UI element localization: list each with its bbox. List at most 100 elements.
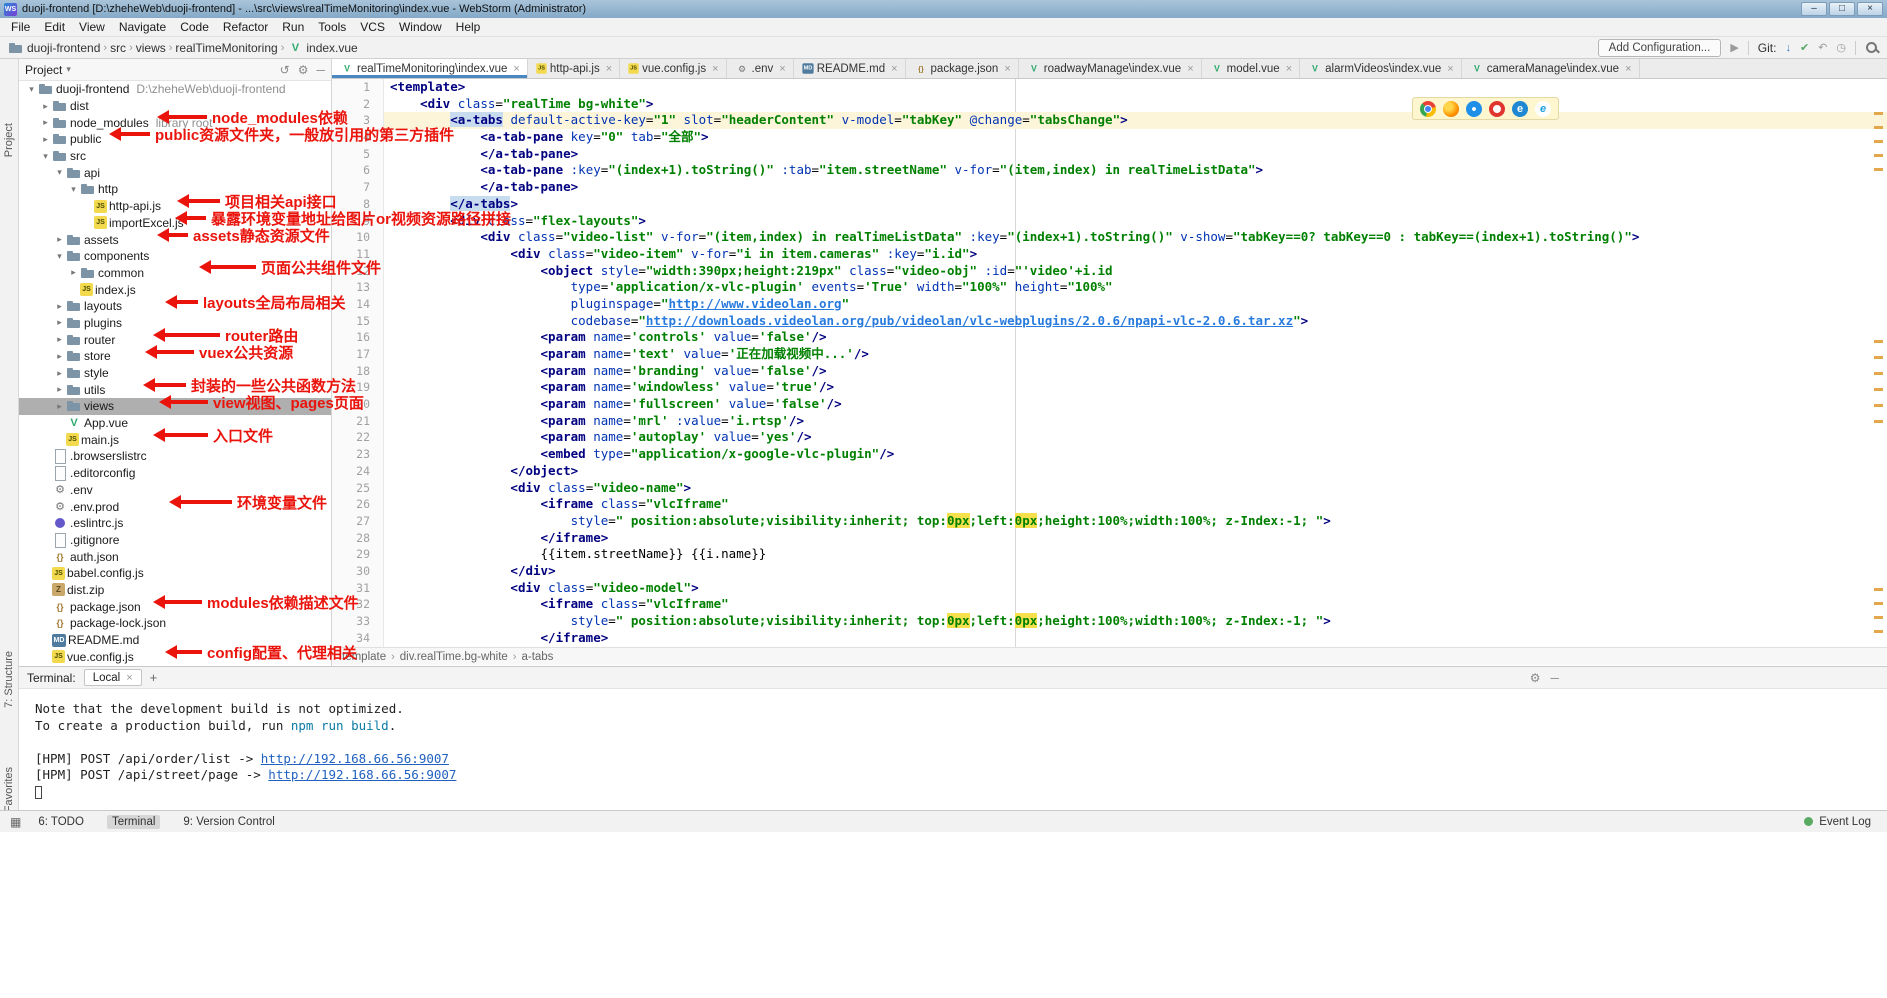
code-line[interactable]: <iframe class="vlcIframe" xyxy=(384,596,1887,613)
hide-panel-icon[interactable]: ─ xyxy=(1550,671,1559,685)
tree-item-components[interactable]: ▾components xyxy=(19,248,331,265)
close-icon[interactable]: × xyxy=(779,63,785,75)
tree-item-babel.config.js[interactable]: JSbabel.config.js xyxy=(19,565,331,582)
code-line[interactable]: <div class="video-item" v-for="i in item… xyxy=(384,246,1887,263)
code-line[interactable]: <embed type="application/x-google-vlc-pl… xyxy=(384,446,1887,463)
close-icon[interactable]: × xyxy=(1004,63,1010,75)
breadcrumb-item[interactable]: src xyxy=(110,41,126,55)
code-line[interactable]: <param name='text' value='正在加载视频中...'/> xyxy=(384,346,1887,363)
close-icon[interactable]: × xyxy=(1286,63,1292,75)
chevron-right-icon[interactable]: ▸ xyxy=(53,401,66,412)
tree-item-App.vue[interactable]: VApp.vue xyxy=(19,415,331,432)
close-icon[interactable]: × xyxy=(1625,63,1631,75)
terminal-cursor-line[interactable] xyxy=(35,784,1887,801)
close-icon[interactable]: × xyxy=(1187,63,1193,75)
chevron-right-icon[interactable]: ▸ xyxy=(53,334,66,345)
git-revert-icon[interactable]: ↶ xyxy=(1818,41,1827,54)
tree-item-store[interactable]: ▸store xyxy=(19,348,331,365)
menu-item-help[interactable]: Help xyxy=(449,18,488,37)
chevron-right-icon[interactable]: ▸ xyxy=(53,317,66,328)
menu-item-file[interactable]: File xyxy=(4,18,37,37)
git-commit-icon[interactable]: ✔ xyxy=(1800,41,1809,54)
safari-browser-icon[interactable] xyxy=(1466,101,1482,117)
chrome-browser-icon[interactable] xyxy=(1420,101,1436,117)
git-history-icon[interactable]: ◷ xyxy=(1836,41,1846,54)
statusbar-6-todo[interactable]: 6: TODO xyxy=(33,815,89,829)
code-line[interactable]: <template> xyxy=(384,79,1887,96)
close-icon[interactable]: × xyxy=(891,63,897,75)
code-line[interactable]: <param name='autoplay' value='yes'/> xyxy=(384,429,1887,446)
tree-item-index.js[interactable]: JSindex.js xyxy=(19,281,331,298)
close-icon[interactable]: × xyxy=(1447,63,1453,75)
chevron-down-icon[interactable]: ▾ xyxy=(53,167,66,178)
tool-button-project[interactable]: Project xyxy=(3,123,15,157)
editor-tab[interactable]: ValarmVideos\index.vue× xyxy=(1300,59,1462,78)
tree-item-dist.zip[interactable]: Zdist.zip xyxy=(19,582,331,599)
code-line[interactable]: <a-tab-pane :key="(index+1).toString()" … xyxy=(384,162,1887,179)
event-log-button[interactable]: Event Log xyxy=(1819,816,1871,828)
tree-item-.browserslistrc[interactable]: .browserslistrc xyxy=(19,448,331,465)
code-line[interactable]: </iframe> xyxy=(384,630,1887,647)
code-line[interactable]: <param name='controls' value='false'/> xyxy=(384,329,1887,346)
add-configuration-button[interactable]: Add Configuration... xyxy=(1598,39,1722,57)
terminal-output[interactable]: Note that the development build is not o… xyxy=(19,689,1887,800)
editor-tab[interactable]: VcameraManage\index.vue× xyxy=(1462,59,1640,78)
project-panel-title[interactable]: Project xyxy=(25,63,62,77)
menu-item-window[interactable]: Window xyxy=(392,18,449,37)
chevron-down-icon[interactable]: ▾ xyxy=(66,64,71,75)
editor-breadcrumb-item[interactable]: a-tabs xyxy=(521,651,553,663)
code-line[interactable]: pluginspage="http://www.videolan.org" xyxy=(384,296,1887,313)
close-icon[interactable]: × xyxy=(126,672,132,684)
code-line[interactable]: </a-tab-pane> xyxy=(384,146,1887,163)
tree-item-.env[interactable]: ⚙.env xyxy=(19,482,331,499)
code-area[interactable]: <template> <div class="realTime bg-white… xyxy=(384,79,1887,647)
ie-browser-icon[interactable] xyxy=(1535,101,1551,117)
chevron-right-icon[interactable]: ▸ xyxy=(39,134,52,145)
code-line[interactable]: <div class="video-model"> xyxy=(384,580,1887,597)
tree-item-main.js[interactable]: JSmain.js xyxy=(19,431,331,448)
code-line[interactable]: <iframe class="vlcIframe" xyxy=(384,496,1887,513)
tree-item-README.md[interactable]: MDREADME.md xyxy=(19,632,331,649)
editor-tab[interactable]: JSvue.config.js× xyxy=(620,59,726,78)
tool-button-structure[interactable]: 7: Structure xyxy=(3,651,15,708)
git-update-icon[interactable]: ↓ xyxy=(1785,42,1791,54)
breadcrumb-item[interactable]: duoji-frontend xyxy=(8,40,100,56)
tree-item-common[interactable]: ▸common xyxy=(19,265,331,282)
editor-tab[interactable]: JShttp-api.js× xyxy=(528,59,620,78)
tree-item-duoji-frontend[interactable]: ▾duoji-frontendD:\zheheWeb\duoji-fronten… xyxy=(19,81,331,98)
code-line[interactable]: <div class="realTime bg-white"> xyxy=(384,96,1887,113)
toolwindow-grid-icon[interactable]: ▦ xyxy=(10,815,21,829)
code-line[interactable]: codebase="http://downloads.videolan.org/… xyxy=(384,313,1887,330)
tree-item-auth.json[interactable]: {}auth.json xyxy=(19,548,331,565)
tree-item-utils[interactable]: ▸utils xyxy=(19,381,331,398)
tree-item-node_modules[interactable]: ▸node_moduleslibrary root xyxy=(19,114,331,131)
gear-icon[interactable]: ⚙ xyxy=(1530,671,1541,685)
code-line[interactable]: </div> xyxy=(384,563,1887,580)
editor-tab[interactable]: VrealTimeMonitoring\index.vue× xyxy=(332,59,528,78)
opera-browser-icon[interactable] xyxy=(1489,101,1505,117)
code-line[interactable]: <object style="width:390px;height:219px"… xyxy=(384,263,1887,280)
firefox-browser-icon[interactable] xyxy=(1443,101,1459,117)
chevron-down-icon[interactable]: ▾ xyxy=(53,251,66,262)
tree-item-http[interactable]: ▾http xyxy=(19,181,331,198)
tree-item-views[interactable]: ▸views xyxy=(19,398,331,415)
tree-item-.env.prod[interactable]: ⚙.env.prod xyxy=(19,498,331,515)
editor-tab[interactable]: MDREADME.md× xyxy=(794,59,906,78)
chevron-right-icon[interactable]: ▸ xyxy=(53,384,66,395)
code-line[interactable]: type='application/x-vlc-plugin' events='… xyxy=(384,279,1887,296)
minimize-button[interactable]: – xyxy=(1801,2,1827,16)
tree-item-api[interactable]: ▾api xyxy=(19,164,331,181)
menu-item-vcs[interactable]: VCS xyxy=(353,18,392,37)
editor-tab[interactable]: {}package.json× xyxy=(906,59,1019,78)
editor-tab[interactable]: Vmodel.vue× xyxy=(1202,59,1301,78)
editor-breadcrumb-item[interactable]: div.realTime.bg-white xyxy=(400,651,508,663)
breadcrumb-item[interactable]: views xyxy=(136,41,166,55)
tree-item-dist[interactable]: ▸dist xyxy=(19,98,331,115)
maximize-button[interactable]: □ xyxy=(1829,2,1855,16)
code-line[interactable]: <a-tab-pane key="0" tab="全部"> xyxy=(384,129,1887,146)
chevron-right-icon[interactable]: ▸ xyxy=(53,301,66,312)
breadcrumb-item[interactable]: realTimeMonitoring xyxy=(175,41,277,55)
tree-item-.gitignore[interactable]: .gitignore xyxy=(19,532,331,549)
gear-icon[interactable]: ⚙ xyxy=(298,63,309,77)
editor-breadcrumb-item[interactable]: template xyxy=(342,651,386,663)
